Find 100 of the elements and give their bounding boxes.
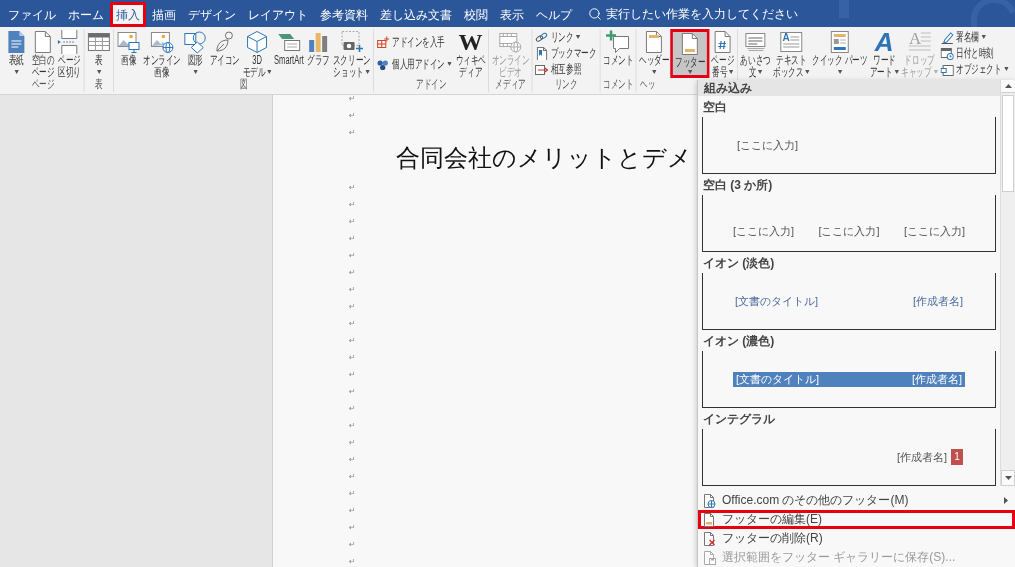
scrollbar-thumb[interactable] xyxy=(1002,95,1014,192)
menu-item[interactable]: フッターの編集(E) xyxy=(698,510,1015,529)
ribbon-tab[interactable]: 差し込み文書 xyxy=(374,2,458,27)
ribbon-button[interactable]: 個人用アドイン xyxy=(375,57,454,71)
caret-icon xyxy=(729,70,734,74)
ribbon-button[interactable]: コメント xyxy=(601,29,635,78)
letter-w-logo: W xyxy=(458,30,483,54)
ribbon-button[interactable]: W ウィキペ ディア xyxy=(454,29,488,78)
gallery-heading: 組み込み xyxy=(698,80,1000,96)
paragraph-mark: ↵ xyxy=(349,303,356,311)
ribbon-button[interactable]: クイック パーツ xyxy=(811,29,869,78)
paragraph-mark: ↵ xyxy=(349,439,356,447)
footer-preview[interactable]: [文書のタイトル] [作成者名] xyxy=(702,351,996,408)
calendar-clock-icon xyxy=(940,46,954,60)
footer-preview[interactable]: [ここに入力] xyxy=(702,117,996,174)
page-cross-icon xyxy=(702,531,716,546)
ribbon-button[interactable]: SmartArt xyxy=(272,29,306,78)
ribbon-button[interactable]: ブックマーク xyxy=(533,46,598,60)
picture-monitor-icon xyxy=(116,30,141,54)
search-field[interactable]: 実行したい作業を入力してください xyxy=(606,4,816,23)
paragraph-mark: ↵ xyxy=(349,320,356,328)
paragraph-mark: ↵ xyxy=(349,337,356,345)
ribbon-button[interactable]: ページ 区切り xyxy=(56,29,83,78)
paragraph-mark: ↵ xyxy=(349,112,356,120)
group-label: ヘッ xyxy=(640,78,656,91)
ribbon-button[interactable]: 署名欄 xyxy=(939,30,987,44)
footer-preview[interactable]: [作成者名] 1 xyxy=(702,429,996,486)
ribbon-button[interactable]: あいさつ 文 xyxy=(739,29,772,78)
ribbon-button[interactable]: オンライン 画像 xyxy=(141,29,183,78)
ribbon-tab[interactable]: レイアウト xyxy=(242,2,314,27)
ribbon-tab[interactable]: 表示 xyxy=(494,2,530,27)
menu-item[interactable]: Office.com のその他のフッター(M) xyxy=(698,491,1015,510)
ribbon-tab[interactable]: 描画 xyxy=(146,2,182,27)
paragraph-mark: ↵ xyxy=(349,184,356,192)
circle-cluster-icon xyxy=(376,57,390,71)
scroll-up-button[interactable] xyxy=(1001,80,1015,93)
caret-icon xyxy=(447,62,452,66)
gallery-item-title: 空白 (3 か所) xyxy=(703,177,773,192)
ribbon-button[interactable]: フッター xyxy=(670,29,710,78)
ribbon-button[interactable]: A ワード アート xyxy=(868,29,901,78)
caret-icon xyxy=(933,70,938,74)
ribbon-tab[interactable]: 参考資料 xyxy=(314,2,374,27)
ribbon-button[interactable]: 図形 xyxy=(182,29,209,78)
ribbon-tab[interactable]: 挿入 xyxy=(110,2,146,27)
gallery-item-title: インテグラル xyxy=(703,411,775,426)
footer-preview[interactable]: [文書のタイトル] [作成者名] xyxy=(702,273,996,330)
ribbon-button[interactable]: ヘッダー xyxy=(637,29,671,78)
caret-icon xyxy=(894,70,899,74)
caret-down-icon xyxy=(1004,476,1012,480)
camera-icon xyxy=(339,30,364,54)
paragraph-mark: ↵ xyxy=(349,201,356,209)
page-number-badge: 1 xyxy=(951,449,963,465)
pen-line-icon xyxy=(940,30,954,44)
ribbon-button[interactable]: 3D モデル xyxy=(241,29,273,78)
ribbon-button[interactable]: アイコン xyxy=(208,29,242,78)
ribbon-button[interactable]: リンク xyxy=(533,30,582,44)
preview-field-text: [ここに入力] xyxy=(818,225,880,238)
caret-icon xyxy=(837,70,842,74)
document-title: 合同会社のメリットとデメ xyxy=(396,146,692,170)
caret-icon xyxy=(981,35,986,39)
picture-globe-icon xyxy=(149,30,174,54)
group-label: リンク xyxy=(554,78,578,91)
gallery-item-title: イオン (淡色) xyxy=(703,255,775,270)
caret-icon xyxy=(576,35,581,39)
ribbon-button[interactable]: オブジェクト xyxy=(939,62,1010,76)
caret-icon xyxy=(267,70,272,74)
text-box-icon: A xyxy=(779,30,804,54)
ribbon-tab[interactable]: ヘルプ xyxy=(530,2,578,27)
ribbon-button[interactable]: 表 xyxy=(85,29,113,78)
ribbon-button[interactable]: 空白の ページ xyxy=(29,29,57,78)
ribbon-button[interactable]: 画像 xyxy=(115,29,142,78)
paragraph-mark: ↵ xyxy=(349,269,356,277)
ribbon-tab[interactable]: 校閲 xyxy=(458,2,494,27)
gallery-item-title: 空白 xyxy=(703,99,727,114)
footer-preview[interactable]: [ここに入力] [ここに入力] [ここに入力] xyxy=(702,195,996,252)
ribbon-tab[interactable]: ファイル xyxy=(2,2,62,27)
group-label: ページ xyxy=(31,78,55,91)
ribbon-tab[interactable]: ホーム xyxy=(62,2,110,27)
menu-item[interactable]: フッターの削除(R) xyxy=(698,529,1015,548)
paragraph-mark: ↵ xyxy=(349,388,356,396)
paragraph-mark: ↵ xyxy=(349,354,356,362)
ribbon-button[interactable]: 表紙 xyxy=(3,29,30,78)
caret-icon xyxy=(1004,67,1009,71)
ribbon-button[interactable]: 相互参照 xyxy=(533,62,583,76)
preview-field-text: [ここに入力] xyxy=(737,138,799,152)
paragraph-mark: ↵ xyxy=(349,456,356,464)
caret-icon xyxy=(805,70,810,74)
ribbon-button[interactable]: A テキスト ボックス xyxy=(771,29,812,78)
paragraph-mark: ↵ xyxy=(349,95,356,103)
ribbon-button[interactable]: ページ 番号 xyxy=(709,29,737,78)
ribbon-button[interactable]: スクリーン ショット xyxy=(331,29,372,78)
ribbon-button[interactable]: グラフ xyxy=(305,29,332,78)
ribbon-button[interactable]: 日付と時刻 xyxy=(939,46,996,60)
card-lines-icon xyxy=(743,30,768,54)
paragraph-mark: ↵ xyxy=(349,405,356,413)
ribbon-button[interactable]: アドインを入手 xyxy=(375,35,447,49)
scroll-down-button[interactable] xyxy=(1001,470,1015,486)
paragraph-mark: ↵ xyxy=(349,490,356,498)
ribbon-tab[interactable]: デザイン xyxy=(182,2,242,27)
letter-a-icon: A xyxy=(872,30,897,54)
